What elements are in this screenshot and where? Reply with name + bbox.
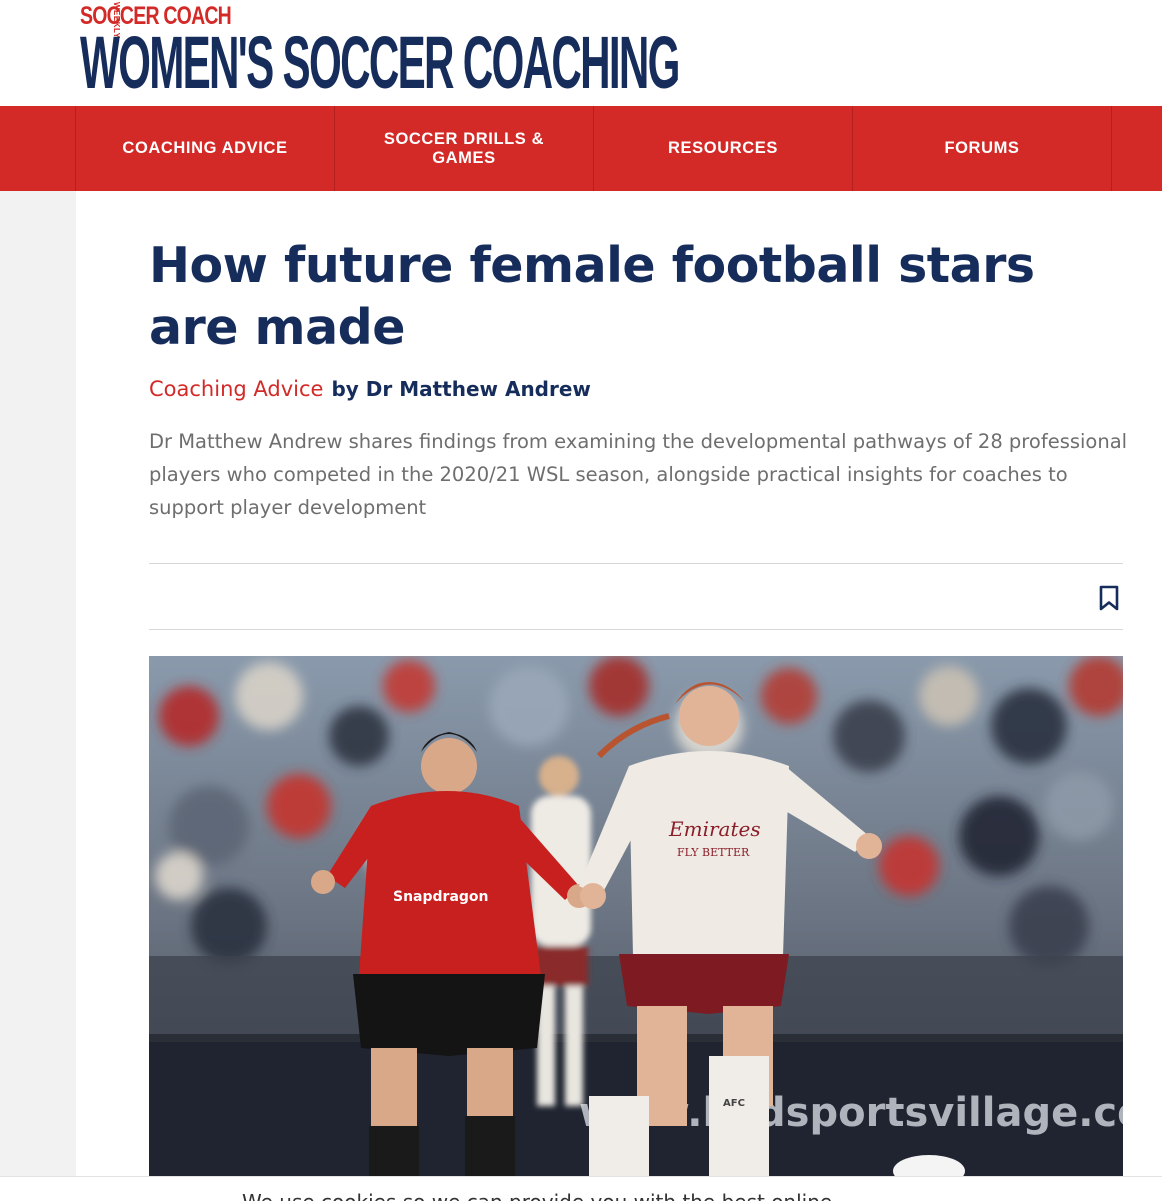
jersey-sponsor-right-2: FLY BETTER bbox=[677, 846, 750, 859]
divider-bottom bbox=[149, 629, 1123, 630]
cookie-banner: We use cookies so we can provide you wit… bbox=[0, 1176, 1162, 1201]
nav-spacer bbox=[0, 106, 76, 191]
cookie-text: We use cookies so we can provide you wit… bbox=[242, 1190, 832, 1201]
site-header: SOCCER COACH WEEKLY WOMEN'S SOCCER COACH… bbox=[0, 0, 1162, 106]
main-nav: COACHING ADVICE SOCCER DRILLS & GAMES RE… bbox=[0, 106, 1162, 191]
hero-image: www.leidsportsvillage.co.uk Snapdragon bbox=[149, 656, 1123, 1176]
author-byline[interactable]: by Dr Matthew Andrew bbox=[331, 377, 590, 401]
nav-item-soccer-drills[interactable]: SOCCER DRILLS & GAMES bbox=[335, 106, 594, 191]
hero-photo-illustration: www.leidsportsvillage.co.uk Snapdragon bbox=[149, 656, 1123, 1176]
article-container: How future female football stars are mad… bbox=[76, 191, 1162, 1200]
article-standfirst: Dr Matthew Andrew shares findings from e… bbox=[149, 430, 1128, 519]
category-link[interactable]: Coaching Advice bbox=[149, 377, 323, 401]
article-title: How future female football stars are mad… bbox=[149, 237, 1035, 356]
nav-item-forums[interactable]: FORUMS bbox=[853, 106, 1112, 191]
jersey-sponsor-right-1: Emirates bbox=[668, 817, 761, 841]
jersey-sponsor-left: Snapdragon bbox=[393, 889, 489, 905]
nav-item-resources[interactable]: RESOURCES bbox=[594, 106, 853, 191]
bookmark-icon[interactable] bbox=[1098, 585, 1120, 611]
article-meta: Coaching Advice by Dr Matthew Andrew bbox=[149, 377, 591, 401]
sock-badge: AFC bbox=[723, 1098, 745, 1109]
brand-logo-main[interactable]: WOMEN'S SOCCER COACHING bbox=[80, 24, 680, 102]
divider-top bbox=[149, 563, 1123, 564]
nav-item-coaching-advice[interactable]: COACHING ADVICE bbox=[76, 106, 335, 191]
